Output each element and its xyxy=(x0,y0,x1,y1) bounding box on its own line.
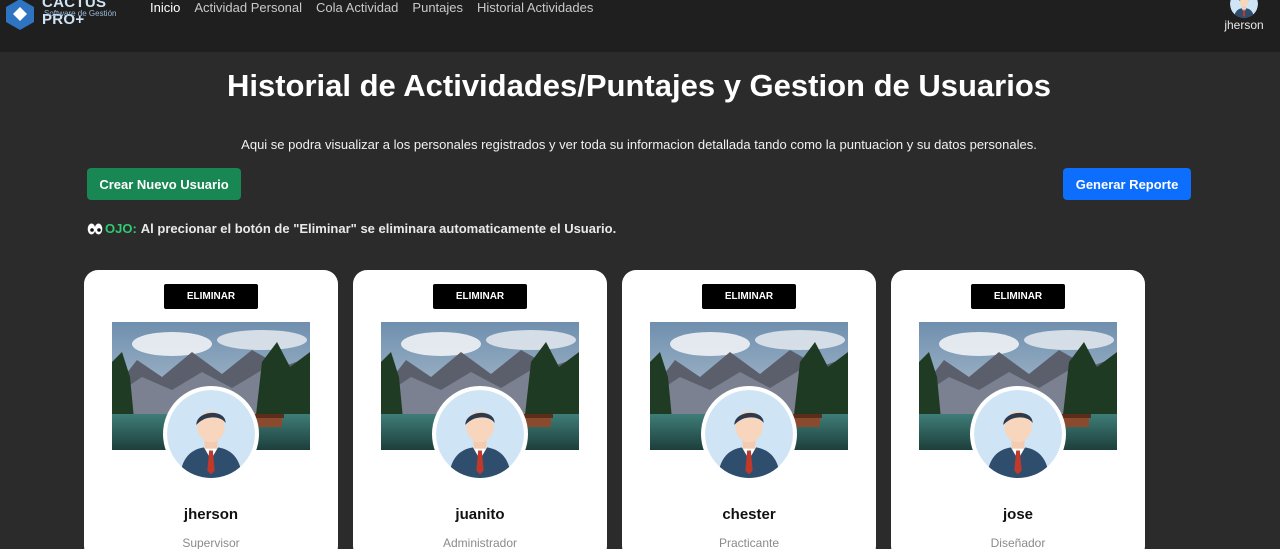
nav-links: Inicio Actividad Personal Cola Actividad… xyxy=(150,0,593,20)
user-card: ELIMINAR jherson Supervisor xyxy=(84,270,338,549)
user-avatar-icon xyxy=(701,386,797,482)
brand-subtitle: Software de Gestión xyxy=(44,9,117,18)
user-avatar-icon xyxy=(163,386,259,482)
brand[interactable]: CACTUS PRO+ Software de Gestión xyxy=(4,0,136,30)
delete-user-button[interactable]: ELIMINAR xyxy=(433,284,527,309)
user-role: Supervisor xyxy=(182,536,240,549)
warning-text: Al precionar el botón de "Eliminar" se e… xyxy=(140,221,617,236)
nav-link-cola-actividad[interactable]: Cola Actividad xyxy=(316,0,398,20)
warning-label: OJO: xyxy=(105,221,137,236)
user-menu[interactable]: jherson xyxy=(1222,0,1266,34)
user-avatar-icon xyxy=(1230,0,1258,18)
user-card: ELIMINAR chester Practicante xyxy=(622,270,876,549)
nav-link-historial-actividades[interactable]: Historial Actividades xyxy=(477,0,593,20)
generate-report-button[interactable]: Generar Reporte xyxy=(1063,168,1191,200)
delete-user-button[interactable]: ELIMINAR xyxy=(702,284,796,309)
user-avatar-icon xyxy=(432,386,528,482)
user-name: jherson xyxy=(1224,18,1264,32)
user-card: ELIMINAR jose Diseñador xyxy=(891,270,1145,549)
warning-notice: OJO: Al precionar el botón de "Eliminar"… xyxy=(87,221,616,236)
page-description: Aqui se podra visualizar a los personale… xyxy=(241,137,1037,152)
user-name: chester xyxy=(722,506,776,523)
top-navbar: CACTUS PRO+ Software de Gestión Inicio A… xyxy=(0,0,1280,52)
user-card: ELIMINAR juanito Administrador xyxy=(353,270,607,549)
user-name: jherson xyxy=(183,506,239,523)
nav-link-puntajes[interactable]: Puntajes xyxy=(412,0,463,20)
page-title: Historial de Actividades/Puntajes y Gest… xyxy=(226,68,1052,103)
user-name: juanito xyxy=(455,506,505,523)
user-role: Administrador xyxy=(442,536,518,549)
user-role: Diseñador xyxy=(990,536,1046,549)
user-role: Practicante xyxy=(718,536,780,549)
user-avatar-icon xyxy=(970,386,1066,482)
create-user-button[interactable]: Crear Nuevo Usuario xyxy=(87,168,241,200)
delete-user-button[interactable]: ELIMINAR xyxy=(971,284,1065,309)
cactus-logo-icon xyxy=(6,0,34,30)
nav-link-inicio[interactable]: Inicio xyxy=(150,0,180,20)
user-name: jose xyxy=(1002,506,1033,523)
nav-link-actividad-personal[interactable]: Actividad Personal xyxy=(194,0,302,20)
delete-user-button[interactable]: ELIMINAR xyxy=(164,284,258,309)
eyes-icon xyxy=(87,223,103,234)
user-cards: ELIMINAR jherson Supervisor ELIMINAR jua… xyxy=(84,270,1146,549)
